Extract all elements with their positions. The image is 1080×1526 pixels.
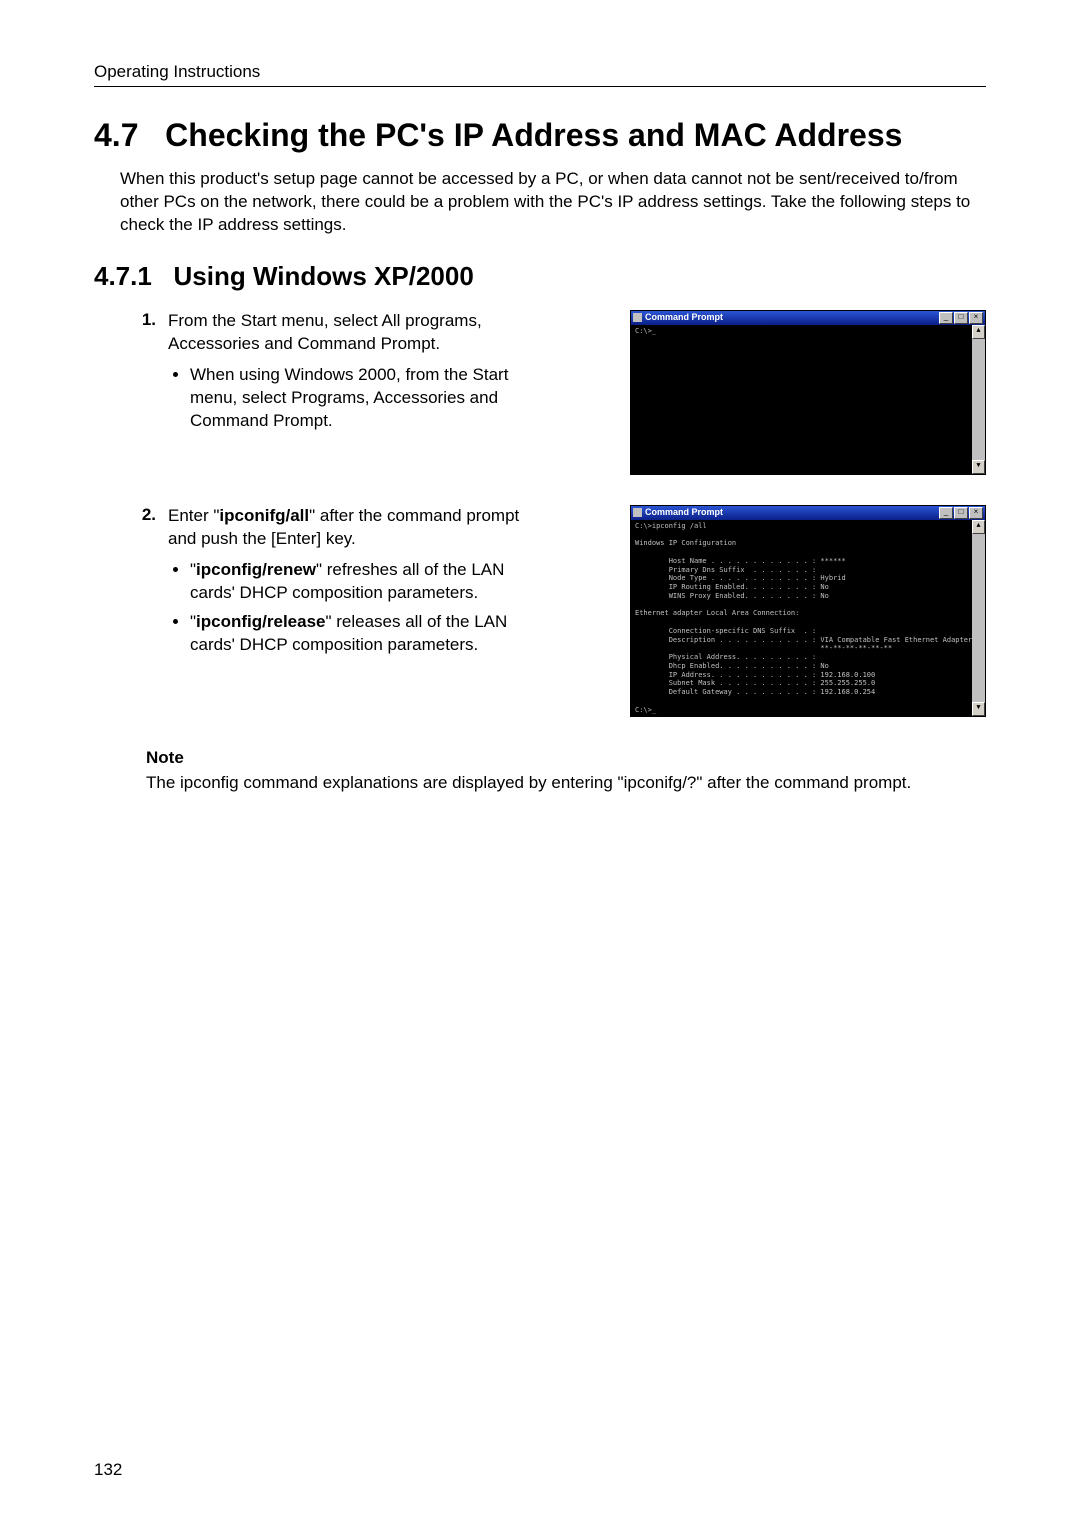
close-button[interactable]: × [969,312,983,324]
close-button[interactable]: × [969,507,983,519]
step-2: 2. Enter "ipconifg/all" after the comman… [94,505,986,718]
scroll-up-button[interactable]: ▲ [972,520,985,534]
step-1-figure: Command Prompt _ □ × C:\>_ ▲ ▼ [540,310,986,475]
window-buttons: _ □ × [939,507,983,519]
step-2-bullets: "ipconfig/renew" refreshes all of the LA… [168,559,528,657]
window-titlebar: Command Prompt _ □ × [631,311,985,325]
scroll-down-button[interactable]: ▼ [972,702,985,716]
step-number: 1. [134,310,156,330]
scroll-down-button[interactable]: ▼ [972,460,985,474]
step-1-bullet-1: When using Windows 2000, from the Start … [190,364,528,433]
subsection-number: 4.7.1 [94,261,152,291]
window-body: C:\>ipconfig /all Windows IP Configurati… [631,520,985,717]
scroll-up-button[interactable]: ▲ [972,325,985,339]
note-label: Note [146,747,986,770]
page: Operating Instructions 4.7 Checking the … [0,0,1080,1526]
section-number: 4.7 [94,117,138,153]
cmd-icon [633,508,642,517]
minimize-button[interactable]: _ [939,507,953,519]
note-text: The ipconfig command explanations are di… [146,773,911,792]
maximize-button[interactable]: □ [954,312,968,324]
section-title: Checking the PC's IP Address and MAC Add… [165,117,902,153]
step-text: From the Start menu, select All programs… [168,310,528,439]
window-titlebar: Command Prompt _ □ × [631,506,985,520]
step-2-text: Enter "ipconifg/all" after the command p… [168,506,519,548]
step-1-bullets: When using Windows 2000, from the Start … [168,364,528,433]
step-2-bullet-2: "ipconfig/release" releases all of the L… [190,611,528,657]
scrollbar[interactable]: ▲ ▼ [972,325,985,474]
subsection-title: Using Windows XP/2000 [174,261,474,291]
window-title: Command Prompt [645,508,723,517]
window-title: Command Prompt [645,313,723,322]
command-prompt-window-1: Command Prompt _ □ × C:\>_ ▲ ▼ [630,310,986,475]
window-body: C:\>_ ▲ ▼ [631,325,985,474]
cmd-icon [633,313,642,322]
step-1-text: From the Start menu, select All programs… [168,311,482,353]
window-buttons: _ □ × [939,312,983,324]
step-text: Enter "ipconifg/all" after the command p… [168,505,528,663]
note-block: Note The ipconfig command explanations a… [146,747,986,795]
running-head: Operating Instructions [94,62,986,87]
step-1: 1. From the Start menu, select All progr… [94,310,986,475]
steps-list: 1. From the Start menu, select All progr… [94,310,986,718]
subsection-heading: 4.7.1 Using Windows XP/2000 [94,261,986,292]
intro-paragraph: When this product's setup page cannot be… [120,168,986,237]
step-number: 2. [134,505,156,525]
terminal-output: C:\>ipconfig /all Windows IP Configurati… [631,520,972,717]
terminal-output: C:\>_ [631,325,972,474]
step-2-figure: Command Prompt _ □ × C:\>ipconfig /all W… [540,505,986,718]
minimize-button[interactable]: _ [939,312,953,324]
scrollbar[interactable]: ▲ ▼ [972,520,985,717]
page-number: 132 [94,1460,122,1480]
section-heading: 4.7 Checking the PC's IP Address and MAC… [94,117,986,154]
maximize-button[interactable]: □ [954,507,968,519]
step-2-bullet-1: "ipconfig/renew" refreshes all of the LA… [190,559,528,605]
command-prompt-window-2: Command Prompt _ □ × C:\>ipconfig /all W… [630,505,986,718]
